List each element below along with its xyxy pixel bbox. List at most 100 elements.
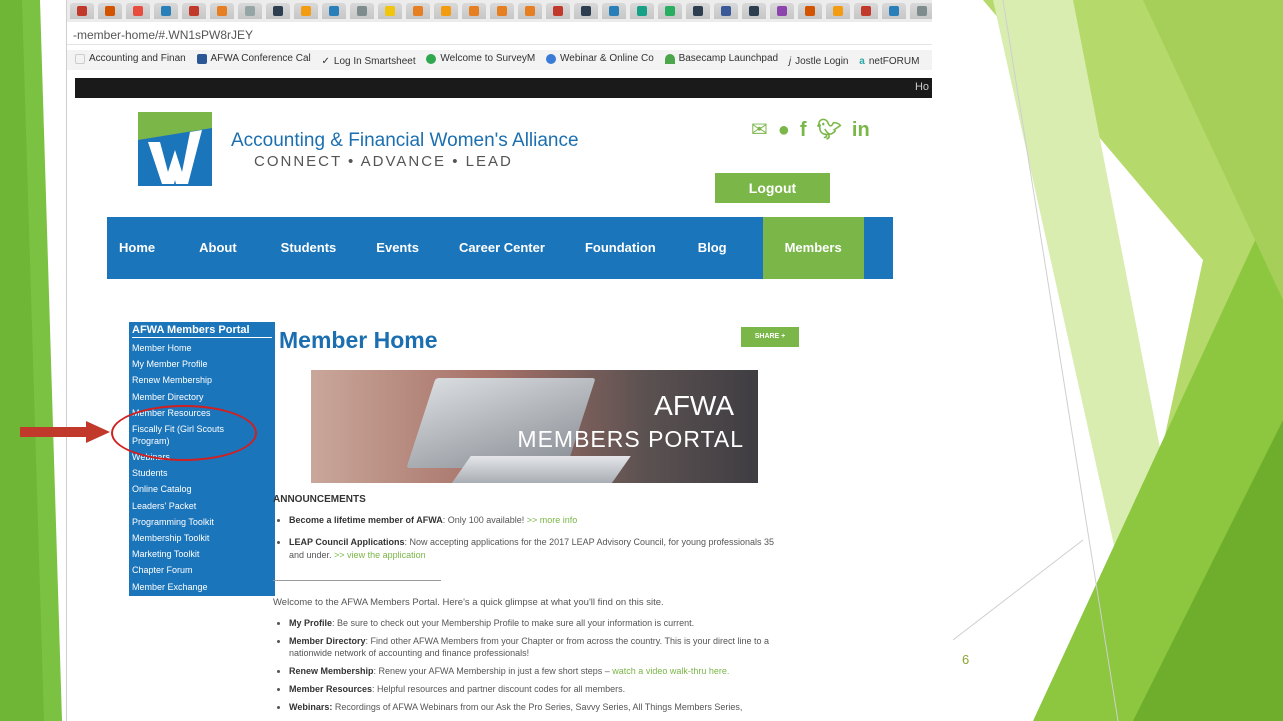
nav-members[interactable]: Members bbox=[762, 217, 869, 279]
surveymonkey-icon bbox=[426, 53, 437, 64]
sidebar-title: AFWA Members Portal bbox=[132, 324, 272, 338]
nav-home[interactable]: Home bbox=[107, 217, 155, 279]
sidebar-item-programming-toolkit[interactable]: Programming Toolkit bbox=[132, 514, 272, 530]
sidebar-item-online-catalog[interactable]: Online Catalog bbox=[132, 481, 272, 497]
announcements-heading: ANNOUNCEMENTS bbox=[273, 494, 366, 505]
browser-tab[interactable] bbox=[490, 3, 514, 19]
feature-title: Member Directory bbox=[289, 636, 366, 646]
browser-tab[interactable] bbox=[686, 3, 710, 19]
nav-career-center[interactable]: Career Center bbox=[419, 217, 545, 279]
browser-tab[interactable] bbox=[854, 3, 878, 19]
bookmark-smartsheet[interactable]: ✓ Log In Smartsheet bbox=[322, 56, 416, 67]
email-icon[interactable]: ✉ bbox=[751, 118, 768, 142]
sidebar-item-membership-toolkit[interactable]: Membership Toolkit bbox=[132, 530, 272, 546]
tab-favicon-icon bbox=[609, 6, 619, 16]
feature-title: Member Resources bbox=[289, 684, 373, 694]
sidebar-item-students[interactable]: Students bbox=[132, 465, 272, 481]
banner-title: AFWA bbox=[654, 390, 734, 421]
browser-tab[interactable] bbox=[602, 3, 626, 19]
browser-tab-strip[interactable] bbox=[67, 0, 932, 22]
top-bar-link[interactable]: Ho bbox=[915, 81, 929, 93]
browser-tab[interactable] bbox=[714, 3, 738, 19]
announcement-title: LEAP Council Applications bbox=[289, 537, 405, 547]
sidebar-item-chapter-forum[interactable]: Chapter Forum bbox=[132, 562, 272, 578]
afwa-logo[interactable] bbox=[138, 112, 212, 186]
sidebar-item-my-member-profile[interactable]: My Member Profile bbox=[132, 356, 272, 372]
facebook-icon[interactable]: f bbox=[800, 118, 807, 142]
nav-foundation[interactable]: Foundation bbox=[545, 217, 656, 279]
browser-tab[interactable] bbox=[826, 3, 850, 19]
laptop-keyboard-graphic bbox=[451, 456, 631, 483]
browser-tab[interactable] bbox=[434, 3, 458, 19]
list-item: Member Resources: Helpful resources and … bbox=[289, 683, 809, 695]
feature-title: My Profile bbox=[289, 618, 333, 628]
tab-favicon-icon bbox=[329, 6, 339, 16]
browser-tab[interactable] bbox=[350, 3, 374, 19]
nav-students[interactable]: Students bbox=[237, 217, 337, 279]
red-arrow-annotation bbox=[20, 421, 110, 443]
nav-about[interactable]: About bbox=[155, 217, 237, 279]
bookmark-netforum[interactable]: a netFORUM bbox=[859, 56, 919, 67]
sidebar-item-marketing-toolkit[interactable]: Marketing Toolkit bbox=[132, 546, 272, 562]
announcement-title: Become a lifetime member of AFWA bbox=[289, 515, 443, 525]
feature-text: : Be sure to check out your Membership P… bbox=[332, 618, 695, 628]
feature-title: Renew Membership bbox=[289, 666, 374, 676]
twitter-icon[interactable]: 🐦︎ bbox=[817, 118, 842, 142]
sidebar-item-member-home[interactable]: Member Home bbox=[132, 340, 272, 356]
browser-tab[interactable] bbox=[742, 3, 766, 19]
browser-tab[interactable] bbox=[266, 3, 290, 19]
browser-tab[interactable] bbox=[154, 3, 178, 19]
browser-screenshot: -member-home/#.WN1sPW8rJEY Accounting an… bbox=[66, 0, 932, 721]
browser-tab[interactable] bbox=[518, 3, 542, 19]
browser-tab[interactable] bbox=[574, 3, 598, 19]
bookmark-afwa-calendar[interactable]: AFWA Conference Cal bbox=[196, 53, 311, 64]
nav-events[interactable]: Events bbox=[336, 217, 419, 279]
more-info-link[interactable]: >> more info bbox=[527, 515, 578, 525]
view-application-link[interactable]: >> view the application bbox=[334, 550, 426, 560]
browser-tab[interactable] bbox=[238, 3, 262, 19]
share-button[interactable]: SHARE + bbox=[741, 327, 799, 347]
bookmark-webinar[interactable]: Webinar & Online Co bbox=[546, 53, 654, 64]
tagline: CONNECT • ADVANCE • LEAD bbox=[254, 153, 513, 170]
browser-tab[interactable] bbox=[770, 3, 794, 19]
video-walkthru-link[interactable]: watch a video walk-thru here. bbox=[612, 666, 729, 676]
tab-favicon-icon bbox=[189, 6, 199, 16]
linkedin-icon[interactable]: in bbox=[852, 118, 870, 142]
browser-tab[interactable] bbox=[910, 3, 932, 19]
logout-button[interactable]: Logout bbox=[715, 173, 830, 203]
browser-tab[interactable] bbox=[70, 3, 94, 19]
sidebar-item-member-directory[interactable]: Member Directory bbox=[132, 389, 272, 405]
chat-icon[interactable]: ● bbox=[778, 118, 790, 142]
bookmark-basecamp[interactable]: Basecamp Launchpad bbox=[664, 53, 778, 64]
tab-favicon-icon bbox=[749, 6, 759, 16]
sidebar-item-leaders-packet[interactable]: Leaders' Packet bbox=[132, 498, 272, 514]
browser-tab[interactable] bbox=[546, 3, 570, 19]
bookmarks-bar: Accounting and Finan AFWA Conference Cal… bbox=[67, 50, 932, 70]
browser-tab[interactable] bbox=[462, 3, 486, 19]
tab-favicon-icon bbox=[301, 6, 311, 16]
nav-blog[interactable]: Blog bbox=[656, 217, 727, 279]
browser-tab[interactable] bbox=[210, 3, 234, 19]
browser-tab[interactable] bbox=[406, 3, 430, 19]
sidebar-item-member-exchange[interactable]: Member Exchange bbox=[132, 579, 272, 595]
bookmark-jostle[interactable]: j Jostle Login bbox=[789, 56, 849, 67]
browser-tab[interactable] bbox=[658, 3, 682, 19]
browser-tab[interactable] bbox=[630, 3, 654, 19]
browser-tab[interactable] bbox=[378, 3, 402, 19]
address-bar[interactable]: -member-home/#.WN1sPW8rJEY bbox=[67, 25, 932, 45]
tab-favicon-icon bbox=[525, 6, 535, 16]
bookmark-surveymonkey[interactable]: Welcome to SurveyM bbox=[426, 53, 535, 64]
browser-tab[interactable] bbox=[126, 3, 150, 19]
browser-tab[interactable] bbox=[798, 3, 822, 19]
list-item: Become a lifetime member of AFWA: Only 1… bbox=[289, 514, 779, 527]
browser-tab[interactable] bbox=[98, 3, 122, 19]
bookmark-accounting[interactable]: Accounting and Finan bbox=[75, 53, 186, 64]
browser-tab[interactable] bbox=[322, 3, 346, 19]
sidebar-item-renew-membership[interactable]: Renew Membership bbox=[132, 372, 272, 388]
page-icon bbox=[75, 53, 85, 64]
browser-tab[interactable] bbox=[294, 3, 318, 19]
divider bbox=[273, 580, 441, 581]
browser-tab[interactable] bbox=[182, 3, 206, 19]
red-circle-annotation bbox=[111, 405, 257, 461]
browser-tab[interactable] bbox=[882, 3, 906, 19]
